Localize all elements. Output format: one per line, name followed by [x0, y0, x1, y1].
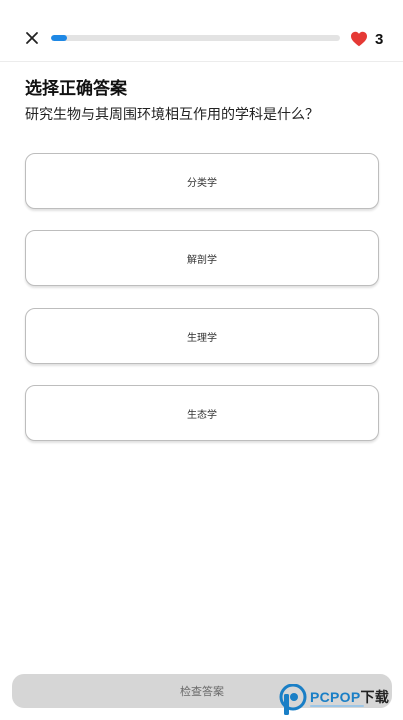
heart-icon [351, 31, 367, 47]
answer-option-4[interactable]: 生态学 [25, 385, 379, 441]
progress-fill [51, 35, 67, 41]
check-answer-label: 检查答案 [180, 685, 224, 698]
answer-option-label: 解剖学 [187, 254, 217, 266]
answer-option-label: 生理学 [187, 332, 217, 344]
hearts-count: 3 [375, 30, 384, 48]
close-button[interactable] [22, 28, 42, 48]
answer-option-1[interactable]: 分类学 [25, 153, 379, 209]
answer-option-label: 生态学 [187, 409, 217, 421]
answer-option-label: 分类学 [187, 177, 217, 189]
check-answer-button[interactable]: 检查答案 [12, 674, 392, 708]
close-icon [26, 32, 38, 44]
answer-option-2[interactable]: 解剖学 [25, 230, 379, 286]
top-bar: 3 [0, 0, 403, 62]
question-title: 选择正确答案 [25, 79, 127, 99]
progress-bar [51, 35, 340, 41]
question-text: 研究生物与其周围环境相互作用的学科是什么？ [25, 107, 319, 123]
lives-indicator: 3 [350, 28, 383, 50]
answer-option-3[interactable]: 生理学 [25, 308, 379, 364]
